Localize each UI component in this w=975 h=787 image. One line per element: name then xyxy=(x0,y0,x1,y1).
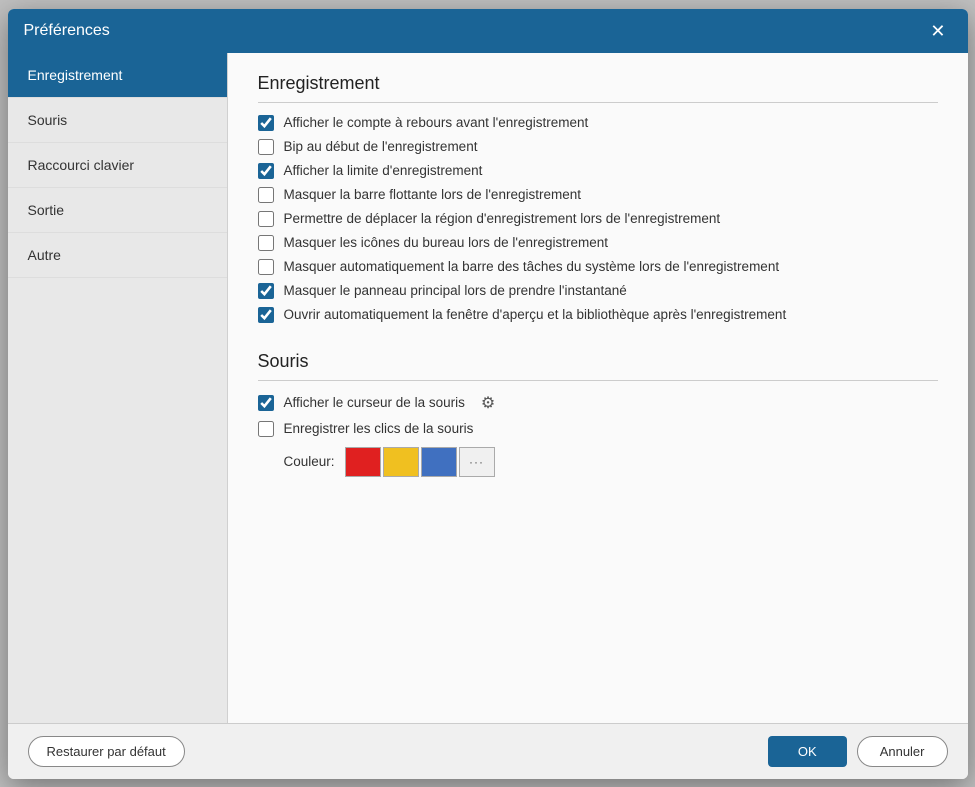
checkbox-row-5: Permettre de déplacer la région d'enregi… xyxy=(258,211,938,227)
color-swatch-yellow[interactable] xyxy=(383,447,419,477)
checkbox-row-2: Bip au début de l'enregistrement xyxy=(258,139,938,155)
checkbox-label-6: Masquer les icônes du bureau lors de l'e… xyxy=(284,235,609,250)
sidebar-item-souris[interactable]: Souris xyxy=(8,98,227,143)
checkbox-label-3: Afficher la limite d'enregistrement xyxy=(284,163,483,178)
checkbox-6[interactable] xyxy=(258,235,274,251)
souris-checkbox-label-1: Afficher le curseur de la souris xyxy=(284,395,465,410)
enregistrement-section-title: Enregistrement xyxy=(258,73,938,103)
checkbox-label-2: Bip au début de l'enregistrement xyxy=(284,139,478,154)
checkbox-row-8: Masquer le panneau principal lors de pre… xyxy=(258,283,938,299)
checkbox-8[interactable] xyxy=(258,283,274,299)
sidebar: Enregistrement Souris Raccourci clavier … xyxy=(8,53,228,723)
souris-checkbox-row-2: Enregistrer les clics de la souris xyxy=(258,421,938,437)
color-label: Couleur: xyxy=(284,454,335,469)
checkbox-row-4: Masquer la barre flottante lors de l'enr… xyxy=(258,187,938,203)
content-area: Enregistrement Souris Raccourci clavier … xyxy=(8,53,968,723)
checkbox-1[interactable] xyxy=(258,115,274,131)
souris-checkbox-row-1: Afficher le curseur de la souris ⚙ xyxy=(258,393,938,413)
color-swatch-blue[interactable] xyxy=(421,447,457,477)
main-content: Enregistrement Afficher le compte à rebo… xyxy=(228,53,968,723)
gear-icon[interactable]: ⚙ xyxy=(481,393,495,413)
souris-checkbox-1[interactable] xyxy=(258,395,274,411)
checkbox-3[interactable] xyxy=(258,163,274,179)
footer-right: OK Annuler xyxy=(768,736,948,767)
checkbox-label-8: Masquer le panneau principal lors de pre… xyxy=(284,283,627,298)
checkbox-row-1: Afficher le compte à rebours avant l'enr… xyxy=(258,115,938,131)
titlebar: Préférences ✕ xyxy=(8,9,968,53)
checkbox-label-9: Ouvrir automatiquement la fenêtre d'aper… xyxy=(284,307,787,322)
preferences-dialog: Préférences ✕ Enregistrement Souris Racc… xyxy=(8,9,968,779)
souris-checkbox-2[interactable] xyxy=(258,421,274,437)
sidebar-item-sortie[interactable]: Sortie xyxy=(8,188,227,233)
restore-defaults-button[interactable]: Restaurer par défaut xyxy=(28,736,185,767)
cancel-button[interactable]: Annuler xyxy=(857,736,948,767)
souris-section-title: Souris xyxy=(258,351,938,381)
checkbox-7[interactable] xyxy=(258,259,274,275)
checkbox-9[interactable] xyxy=(258,307,274,323)
checkbox-2[interactable] xyxy=(258,139,274,155)
color-row: Couleur: ··· xyxy=(284,447,938,477)
souris-checkbox-label-2: Enregistrer les clics de la souris xyxy=(284,421,474,436)
color-swatch-red[interactable] xyxy=(345,447,381,477)
checkbox-label-4: Masquer la barre flottante lors de l'enr… xyxy=(284,187,581,202)
checkbox-row-9: Ouvrir automatiquement la fenêtre d'aper… xyxy=(258,307,938,323)
sidebar-item-enregistrement[interactable]: Enregistrement xyxy=(8,53,227,98)
checkbox-5[interactable] xyxy=(258,211,274,227)
sidebar-item-raccourci-clavier[interactable]: Raccourci clavier xyxy=(8,143,227,188)
checkbox-row-7: Masquer automatiquement la barre des tâc… xyxy=(258,259,938,275)
checkbox-label-5: Permettre de déplacer la région d'enregi… xyxy=(284,211,721,226)
footer: Restaurer par défaut OK Annuler xyxy=(8,723,968,779)
checkbox-row-3: Afficher la limite d'enregistrement xyxy=(258,163,938,179)
ok-button[interactable]: OK xyxy=(768,736,847,767)
sidebar-item-autre[interactable]: Autre xyxy=(8,233,227,278)
checkbox-label-1: Afficher le compte à rebours avant l'enr… xyxy=(284,115,589,130)
close-button[interactable]: ✕ xyxy=(924,20,951,42)
dialog-title: Préférences xyxy=(24,22,110,40)
color-swatch-more[interactable]: ··· xyxy=(459,447,495,477)
checkbox-4[interactable] xyxy=(258,187,274,203)
checkbox-row-6: Masquer les icônes du bureau lors de l'e… xyxy=(258,235,938,251)
checkbox-label-7: Masquer automatiquement la barre des tâc… xyxy=(284,259,780,274)
